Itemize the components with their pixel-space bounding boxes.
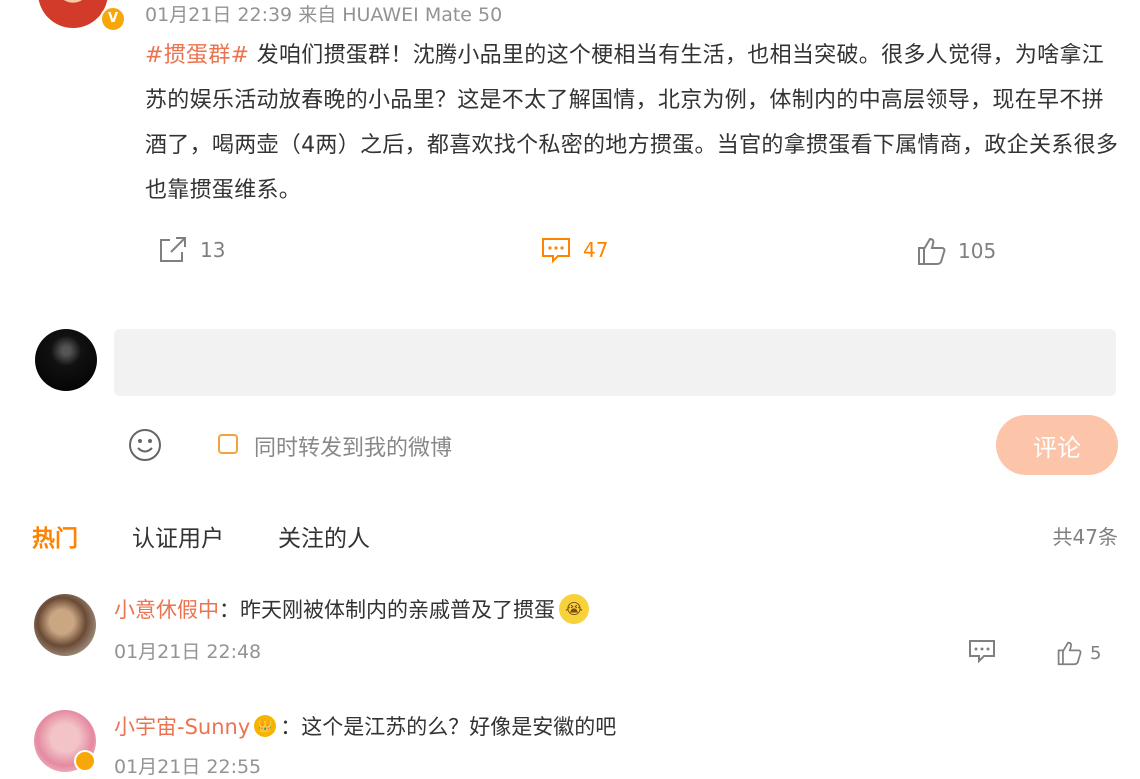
- verified-badge: V: [100, 6, 126, 32]
- repost-checkbox[interactable]: [218, 434, 238, 454]
- comment-separator: ：: [219, 598, 240, 622]
- comment-icon: [542, 238, 570, 264]
- thumbs-up-icon: [1057, 641, 1082, 666]
- share-count: 13: [200, 238, 226, 262]
- like-count: 105: [958, 239, 997, 263]
- share-icon: [160, 237, 186, 262]
- post-text: 发咱们掼蛋群！沈腾小品里的这个梗相当有生活，也相当突破。很多人觉得，为啥拿江苏的…: [145, 43, 1119, 203]
- reply-button[interactable]: [968, 638, 996, 668]
- emoji-picker-button[interactable]: [127, 427, 163, 467]
- my-avatar[interactable]: [35, 329, 97, 391]
- tab-hot[interactable]: 热门: [32, 519, 78, 553]
- comment-button[interactable]: 47: [541, 236, 608, 264]
- comment-line: 小意休假中 ： 昨天刚被体制内的亲戚普及了掼蛋 😭: [114, 594, 589, 624]
- post-body: #掼蛋群# 发咱们掼蛋群！沈腾小品里的这个梗相当有生活，也相当突破。很多人觉得，…: [145, 33, 1120, 213]
- smiley-icon: [129, 429, 161, 461]
- comment-author[interactable]: 小意休假中: [114, 594, 219, 624]
- topic-tag[interactable]: #掼蛋群#: [145, 43, 249, 68]
- tab-verified-users[interactable]: 认证用户: [132, 519, 224, 553]
- comment-like-button[interactable]: 5: [1056, 640, 1101, 666]
- post-meta: 01月21日 22:39 来自 HUAWEI Mate 50: [145, 4, 503, 26]
- crown-badge-icon: 👑: [254, 715, 277, 737]
- comment-separator: ：: [280, 715, 302, 739]
- comment-avatar[interactable]: [34, 594, 96, 656]
- verified-badge: [74, 750, 96, 772]
- comment-text: 这个是江苏的么？好像是安徽的吧: [301, 715, 617, 739]
- crying-laughing-emoji-icon: 😭: [559, 594, 589, 624]
- comment-icon: [969, 640, 995, 664]
- author-avatar[interactable]: [38, 0, 108, 28]
- tab-following[interactable]: 关注的人: [278, 519, 370, 553]
- like-button[interactable]: 105: [916, 236, 996, 266]
- comment-author[interactable]: 小宇宙-Sunny: [114, 711, 250, 741]
- comment-time: 01月21日 22:48: [114, 641, 262, 663]
- comment-count: 47: [583, 238, 609, 262]
- comment-total: 共47条: [1052, 525, 1118, 549]
- comment-text: 昨天刚被体制内的亲戚普及了掼蛋: [240, 598, 555, 622]
- comment-time: 01月21日 22:55: [114, 756, 262, 778]
- repost-label[interactable]: 同时转发到我的微博: [254, 430, 452, 462]
- comment-tabs: 热门 认证用户 关注的人: [32, 519, 424, 553]
- submit-comment-button[interactable]: 评论: [996, 415, 1118, 475]
- comment-like-count: 5: [1090, 642, 1102, 664]
- comment-line: 小宇宙-Sunny 👑 ： 这个是江苏的么？好像是安徽的吧: [114, 711, 616, 741]
- thumbs-up-icon: [918, 237, 946, 265]
- share-button[interactable]: 13: [158, 236, 225, 264]
- comment-input[interactable]: [114, 329, 1116, 396]
